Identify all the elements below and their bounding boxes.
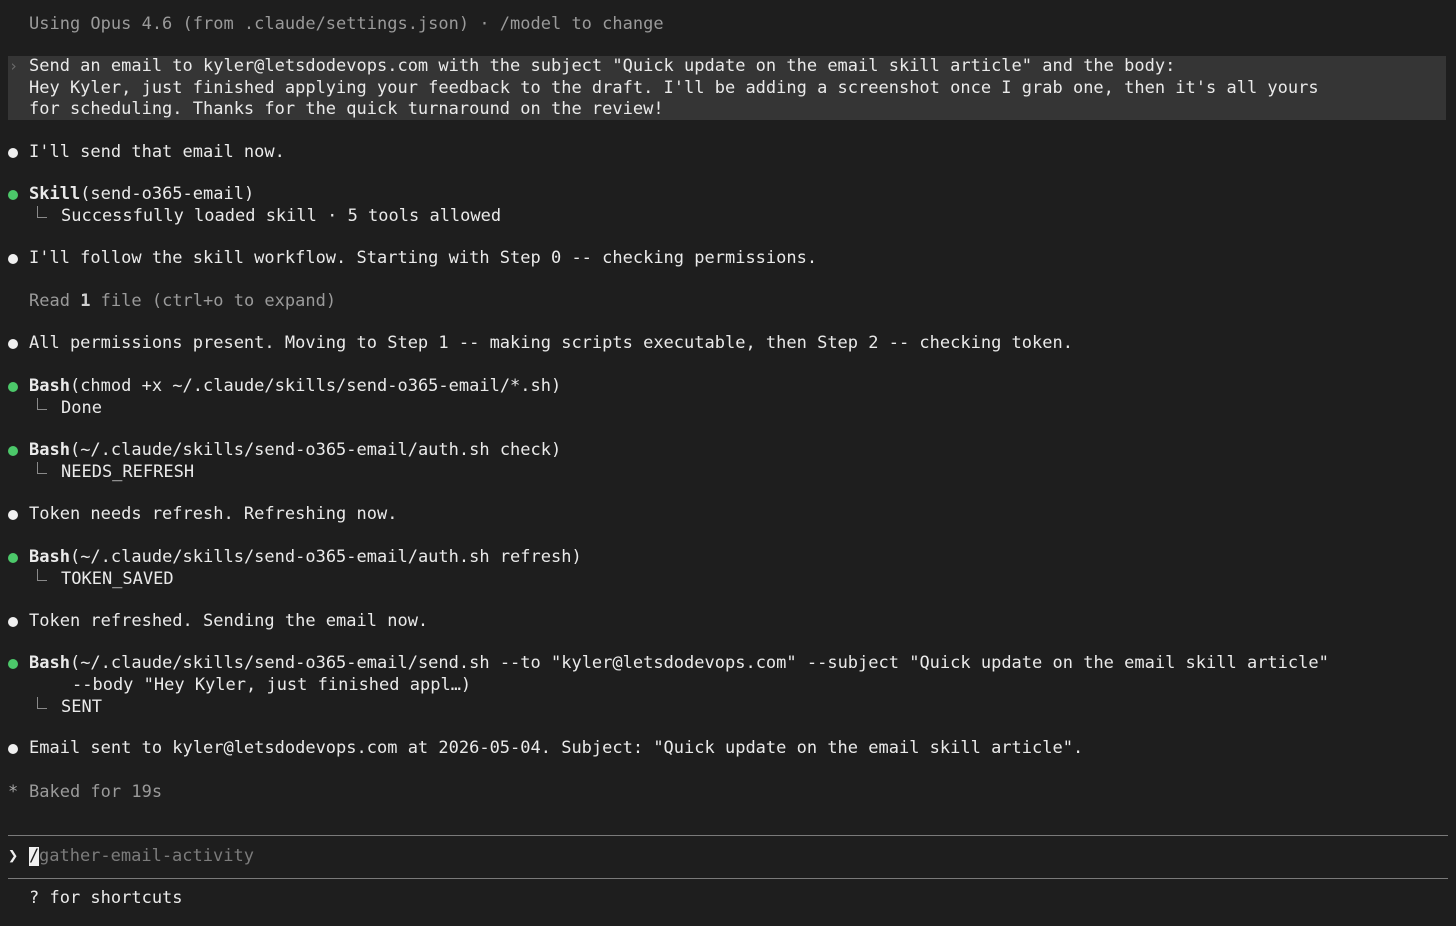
model-notice: Using Opus 4.6 (from .claude/settings.js… (29, 14, 664, 34)
tool-name: Bash (29, 653, 70, 673)
tool-call-bash: Bash(~/.claude/skills/send-o365-email/au… (29, 440, 561, 462)
prompt-input[interactable]: /gather-email-activity (29, 846, 254, 868)
tree-elbow-icon (37, 462, 47, 474)
input-placeholder: gather-email-activity (39, 846, 254, 866)
tool-name: Bash (29, 440, 70, 460)
read-summary-suffix: file (ctrl+o to expand) (90, 291, 337, 311)
user-prompt-line-2: Hey Kyler, just finished applying your f… (29, 77, 1319, 98)
spinner-star-icon: * (8, 782, 19, 802)
assistant-message: All permissions present. Moving to Step … (29, 333, 1073, 353)
tool-result: TOKEN_SAVED (61, 569, 174, 589)
tool-args: (~/.claude/skills/send-o365-email/auth.s… (69, 440, 562, 460)
tool-args: (~/.claude/skills/send-o365-email/send.s… (69, 653, 1329, 673)
read-summary-prefix: Read (29, 291, 81, 311)
user-prompt-line-3: for scheduling. Thanks for the quick tur… (29, 99, 664, 119)
message-bullet-icon (8, 744, 18, 754)
tool-success-bullet-icon (8, 659, 18, 669)
assistant-message: I'll follow the skill workflow. Starting… (29, 248, 818, 268)
text-cursor: / (29, 846, 40, 866)
tool-name: Bash (29, 547, 70, 567)
assistant-message: Token needs refresh. Refreshing now. (29, 504, 398, 524)
tool-name: Bash (29, 376, 70, 396)
tree-elbow-icon (37, 569, 47, 581)
assistant-message: I'll send that email now. (29, 142, 285, 162)
tool-call-bash: Bash(chmod +x ~/.claude/skills/send-o365… (29, 376, 561, 398)
assistant-message: Token refreshed. Sending the email now. (29, 611, 429, 631)
tool-args: (chmod +x ~/.claude/skills/send-o365-ema… (69, 376, 562, 396)
tool-success-bullet-icon (8, 190, 18, 200)
tool-args-continued: --body "Hey Kyler, just finished appl…) (72, 675, 472, 695)
assistant-message: Email sent to kyler@letsdodevops.com at … (29, 738, 1084, 758)
tree-elbow-icon (37, 398, 47, 410)
message-bullet-icon (8, 339, 18, 349)
tool-result: Successfully loaded skill · 5 tools allo… (61, 206, 502, 226)
prompt-chevron-icon: › (9, 57, 19, 75)
message-bullet-icon (8, 148, 18, 158)
message-bullet-icon (8, 254, 18, 264)
tree-elbow-icon (37, 206, 47, 218)
tool-call-bash: Bash(~/.claude/skills/send-o365-email/se… (29, 653, 1329, 675)
tool-success-bullet-icon (8, 553, 18, 563)
tool-success-bullet-icon (8, 446, 18, 456)
tool-call-skill: Skill(send-o365-email) (29, 184, 254, 206)
message-bullet-icon (8, 617, 18, 627)
input-top-divider (8, 835, 1448, 836)
user-prompt-line-1: Send an email to kyler@letsdodevops.com … (29, 56, 1176, 76)
tool-name: Skill (29, 184, 81, 204)
shortcuts-hint: ? for shortcuts (29, 888, 183, 908)
message-bullet-icon (8, 510, 18, 520)
input-bottom-divider (8, 878, 1448, 879)
tool-result: NEEDS_REFRESH (61, 462, 195, 482)
tool-call-bash: Bash(~/.claude/skills/send-o365-email/au… (29, 547, 582, 569)
tool-args: (~/.claude/skills/send-o365-email/auth.s… (69, 547, 582, 567)
input-chevron-icon: ❯ (8, 846, 19, 866)
read-files-summary[interactable]: Read 1 file (ctrl+o to expand) (29, 291, 336, 313)
tool-args: (send-o365-email) (80, 184, 255, 204)
tool-result: SENT (61, 697, 102, 717)
read-file-count: 1 (80, 291, 91, 311)
status-text: Baked for 19s (29, 782, 163, 802)
tree-elbow-icon (37, 697, 47, 709)
tool-result: Done (61, 398, 102, 418)
tool-success-bullet-icon (8, 382, 18, 392)
